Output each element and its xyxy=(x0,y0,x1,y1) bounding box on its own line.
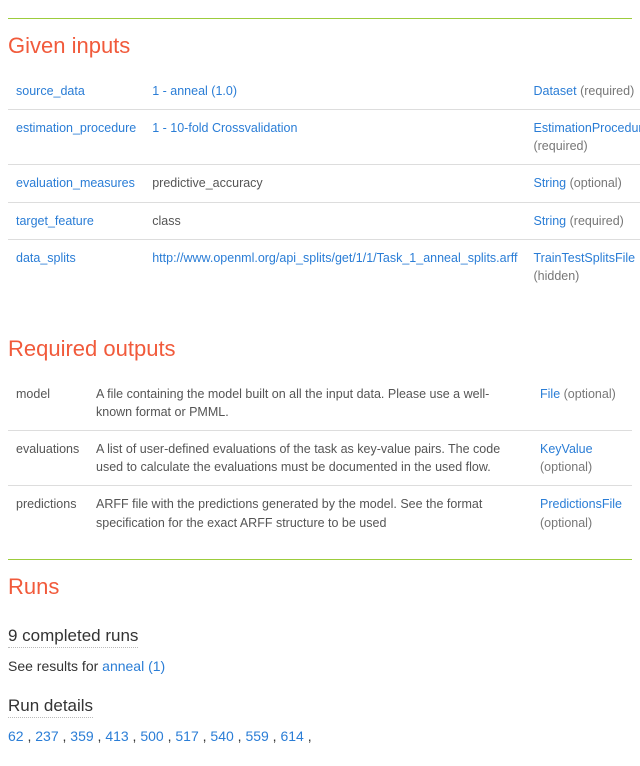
run-id-link[interactable]: 413 xyxy=(105,728,128,744)
run-id-link[interactable]: 62 xyxy=(8,728,24,744)
input-type-link[interactable]: EstimationProcedure xyxy=(533,121,640,135)
output-type-link[interactable]: File xyxy=(540,387,560,401)
input-name-link[interactable]: estimation_procedure xyxy=(16,121,136,135)
input-value-link[interactable]: http://www.openml.org/api_splits/get/1/1… xyxy=(152,251,517,265)
input-value: predictive_accuracy xyxy=(152,176,262,190)
input-flag: (required) xyxy=(580,84,634,98)
output-desc: A file containing the model built on all… xyxy=(96,387,489,419)
table-row: data_splits http://www.openml.org/api_spl… xyxy=(8,239,640,294)
see-results-line: See results for anneal (1) xyxy=(8,658,632,674)
output-name: model xyxy=(16,387,50,401)
output-desc: A list of user-defined evaluations of th… xyxy=(96,442,500,474)
table-row: predictions ARFF file with the prediction… xyxy=(8,486,632,541)
output-name: predictions xyxy=(16,497,76,511)
see-results-prefix: See results for xyxy=(8,658,102,674)
outputs-table: model A file containing the model built o… xyxy=(8,376,632,541)
output-type-link[interactable]: PredictionsFile xyxy=(540,497,622,511)
input-flag: (required) xyxy=(570,214,624,228)
table-row: evaluations A list of user-defined evalua… xyxy=(8,431,632,486)
output-name: evaluations xyxy=(16,442,79,456)
output-flag: (optional) xyxy=(540,460,592,474)
input-flag: (required) xyxy=(533,139,587,153)
inputs-table: source_data 1 - anneal (1.0) Dataset (requ… xyxy=(8,73,640,294)
divider-top xyxy=(8,18,632,19)
divider-runs xyxy=(8,559,632,560)
completed-runs-label: 9 completed runs xyxy=(8,626,138,648)
run-id-link[interactable]: 540 xyxy=(210,728,233,744)
see-results-link[interactable]: anneal (1) xyxy=(102,658,165,674)
input-name-link[interactable]: source_data xyxy=(16,84,85,98)
input-value-link[interactable]: 1 - 10-fold Crossvalidation xyxy=(152,121,297,135)
input-type-link[interactable]: String xyxy=(533,214,566,228)
run-id-link[interactable]: 500 xyxy=(140,728,163,744)
run-details-label: Run details xyxy=(8,696,93,718)
run-id-list: 62 , 237 , 359 , 413 , 500 , 517 , 540 ,… xyxy=(8,728,632,744)
input-value: class xyxy=(152,214,180,228)
run-id-link[interactable]: 359 xyxy=(70,728,93,744)
input-flag: (optional) xyxy=(570,176,622,190)
given-inputs-heading: Given inputs xyxy=(8,33,632,59)
input-name-link[interactable]: evaluation_measures xyxy=(16,176,135,190)
table-row: target_feature class String (required) xyxy=(8,202,640,239)
required-outputs-heading: Required outputs xyxy=(8,336,632,362)
input-flag: (hidden) xyxy=(533,269,579,283)
input-name-link[interactable]: target_feature xyxy=(16,214,94,228)
table-row: model A file containing the model built o… xyxy=(8,376,632,431)
table-row: evaluation_measures predictive_accuracy St… xyxy=(8,165,640,202)
run-id-link[interactable]: 237 xyxy=(35,728,58,744)
input-name-link[interactable]: data_splits xyxy=(16,251,76,265)
output-desc: ARFF file with the predictions generated… xyxy=(96,497,482,529)
input-type-link[interactable]: String xyxy=(533,176,566,190)
runs-heading: Runs xyxy=(8,574,632,600)
run-id-link[interactable]: 517 xyxy=(175,728,198,744)
output-type-link[interactable]: KeyValue xyxy=(540,442,593,456)
table-row: source_data 1 - anneal (1.0) Dataset (requ… xyxy=(8,73,640,110)
run-id-link[interactable]: 559 xyxy=(245,728,268,744)
table-row: estimation_procedure 1 - 10-fold Crossval… xyxy=(8,110,640,165)
input-value-link[interactable]: 1 - anneal (1.0) xyxy=(152,84,237,98)
input-type-link[interactable]: TrainTestSplitsFile xyxy=(533,251,635,265)
output-flag: (optional) xyxy=(540,516,592,530)
input-type-link[interactable]: Dataset xyxy=(533,84,576,98)
run-id-link[interactable]: 614 xyxy=(280,728,303,744)
output-flag: (optional) xyxy=(564,387,616,401)
